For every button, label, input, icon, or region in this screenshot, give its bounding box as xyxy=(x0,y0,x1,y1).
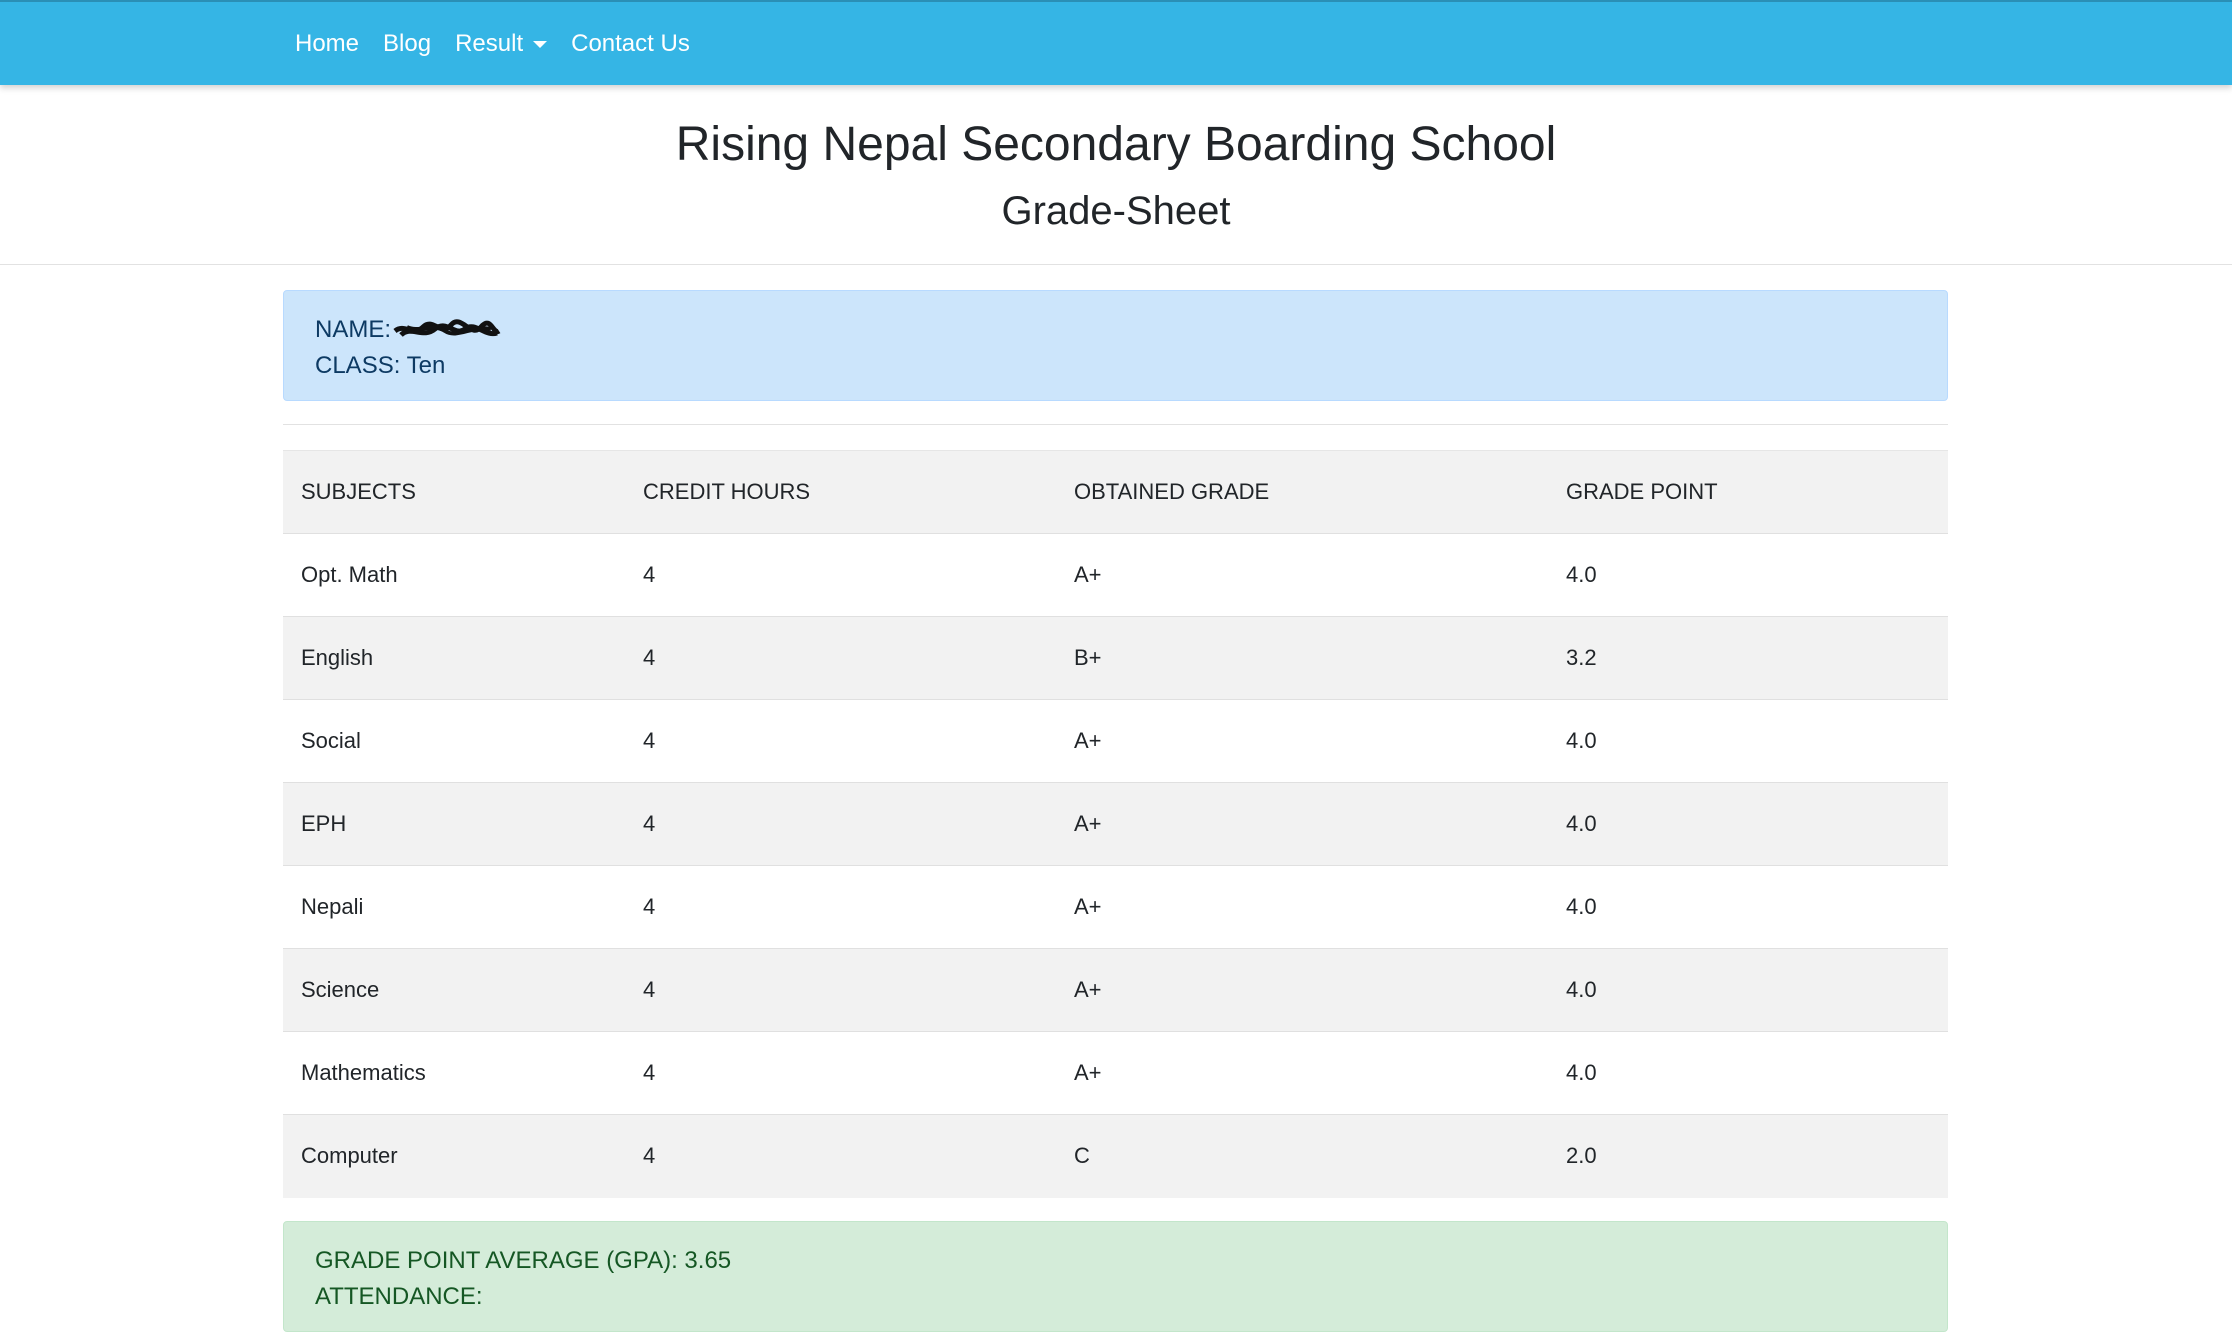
school-name: Rising Nepal Secondary Boarding School xyxy=(675,118,1557,171)
subject-cell: Computer xyxy=(283,1114,625,1198)
subject-cell: Mathematics xyxy=(283,1031,625,1115)
header-subjects: SUBJECTS xyxy=(283,450,625,534)
class-label: CLASS: xyxy=(315,352,401,379)
grade-cell: A+ xyxy=(1056,1031,1548,1115)
chevron-down-icon xyxy=(533,41,548,48)
subject-cell: Science xyxy=(283,948,625,1032)
grade-point-cell: 3.2 xyxy=(1548,616,1948,700)
subject-cell: English xyxy=(283,616,625,700)
attendance-line: ATTENDANCE: xyxy=(315,1279,1916,1315)
name-label: NAME: xyxy=(315,316,392,343)
table-row: Nepali 4 A+ 4.0 xyxy=(283,865,1948,949)
nav-links: Home Blog Result Contact Us xyxy=(295,2,714,85)
table-row: Science 4 A+ 4.0 xyxy=(283,948,1948,1032)
student-name-line: NAME: xyxy=(315,312,1916,348)
credit-hours-cell: 4 xyxy=(625,782,1056,866)
student-class-line: CLASS: Ten xyxy=(315,348,1916,384)
gpa-line: GRADE POINT AVERAGE (GPA): 3.65 xyxy=(315,1243,1916,1279)
subject-cell: EPH xyxy=(283,782,625,866)
table-row: Computer 4 C 2.0 xyxy=(283,1114,1948,1198)
grade-table: SUBJECTS CREDIT HOURS OBTAINED GRADE GRA… xyxy=(283,450,1948,1198)
credit-hours-cell: 4 xyxy=(625,1031,1056,1115)
grade-point-cell: 4.0 xyxy=(1548,699,1948,783)
section-divider xyxy=(283,424,1948,425)
class-value: Ten xyxy=(406,352,446,379)
grade-point-cell: 4.0 xyxy=(1548,865,1948,949)
attendance-label: ATTENDANCE: xyxy=(315,1283,483,1310)
grade-point-cell: 4.0 xyxy=(1548,782,1948,866)
nav-home-link[interactable]: Home xyxy=(295,30,359,58)
student-info-box: NAME: CLASS: Ten xyxy=(283,290,1948,401)
grade-cell: A+ xyxy=(1056,948,1548,1032)
grade-cell: A+ xyxy=(1056,533,1548,617)
page-header: Rising Nepal Secondary Boarding School G… xyxy=(0,85,2232,265)
table-row: EPH 4 A+ 4.0 xyxy=(283,782,1948,866)
grade-cell: A+ xyxy=(1056,699,1548,783)
table-header-row: SUBJECTS CREDIT HOURS OBTAINED GRADE GRA… xyxy=(283,450,1948,534)
gpa-value: 3.65 xyxy=(684,1247,732,1274)
credit-hours-cell: 4 xyxy=(625,533,1056,617)
top-navbar: Home Blog Result Contact Us xyxy=(0,0,2232,85)
grade-cell: B+ xyxy=(1056,616,1548,700)
header-obtained-grade: OBTAINED GRADE xyxy=(1056,450,1548,534)
grade-point-cell: 4.0 xyxy=(1548,1031,1948,1115)
credit-hours-cell: 4 xyxy=(625,948,1056,1032)
gpa-summary-box: GRADE POINT AVERAGE (GPA): 3.65 ATTENDAN… xyxy=(283,1221,1948,1332)
nav-contact-link[interactable]: Contact Us xyxy=(571,30,690,58)
nav-result-label: Result xyxy=(455,29,524,57)
grade-point-cell: 4.0 xyxy=(1548,533,1948,617)
table-row: Social 4 A+ 4.0 xyxy=(283,699,1948,783)
grade-cell: A+ xyxy=(1056,865,1548,949)
grade-cell: C xyxy=(1056,1114,1548,1198)
sheet-title: Grade-Sheet xyxy=(1001,189,1231,233)
grade-point-cell: 4.0 xyxy=(1548,948,1948,1032)
credit-hours-cell: 4 xyxy=(625,699,1056,783)
grade-point-cell: 2.0 xyxy=(1548,1114,1948,1198)
header-credit-hours: CREDIT HOURS xyxy=(625,450,1056,534)
nav-blog-link[interactable]: Blog xyxy=(383,30,431,58)
nav-result-dropdown[interactable]: Result xyxy=(455,29,548,58)
redacted-name-scribble xyxy=(393,319,501,343)
table-row: English 4 B+ 3.2 xyxy=(283,616,1948,700)
credit-hours-cell: 4 xyxy=(625,616,1056,700)
credit-hours-cell: 4 xyxy=(625,1114,1056,1198)
subject-cell: Nepali xyxy=(283,865,625,949)
subject-cell: Social xyxy=(283,699,625,783)
subject-cell: Opt. Math xyxy=(283,533,625,617)
grade-cell: A+ xyxy=(1056,782,1548,866)
gpa-label: GRADE POINT AVERAGE (GPA): xyxy=(315,1247,678,1274)
header-grade-point: GRADE POINT xyxy=(1548,450,1948,534)
table-row: Mathematics 4 A+ 4.0 xyxy=(283,1031,1948,1115)
table-row: Opt. Math 4 A+ 4.0 xyxy=(283,533,1948,617)
credit-hours-cell: 4 xyxy=(625,865,1056,949)
